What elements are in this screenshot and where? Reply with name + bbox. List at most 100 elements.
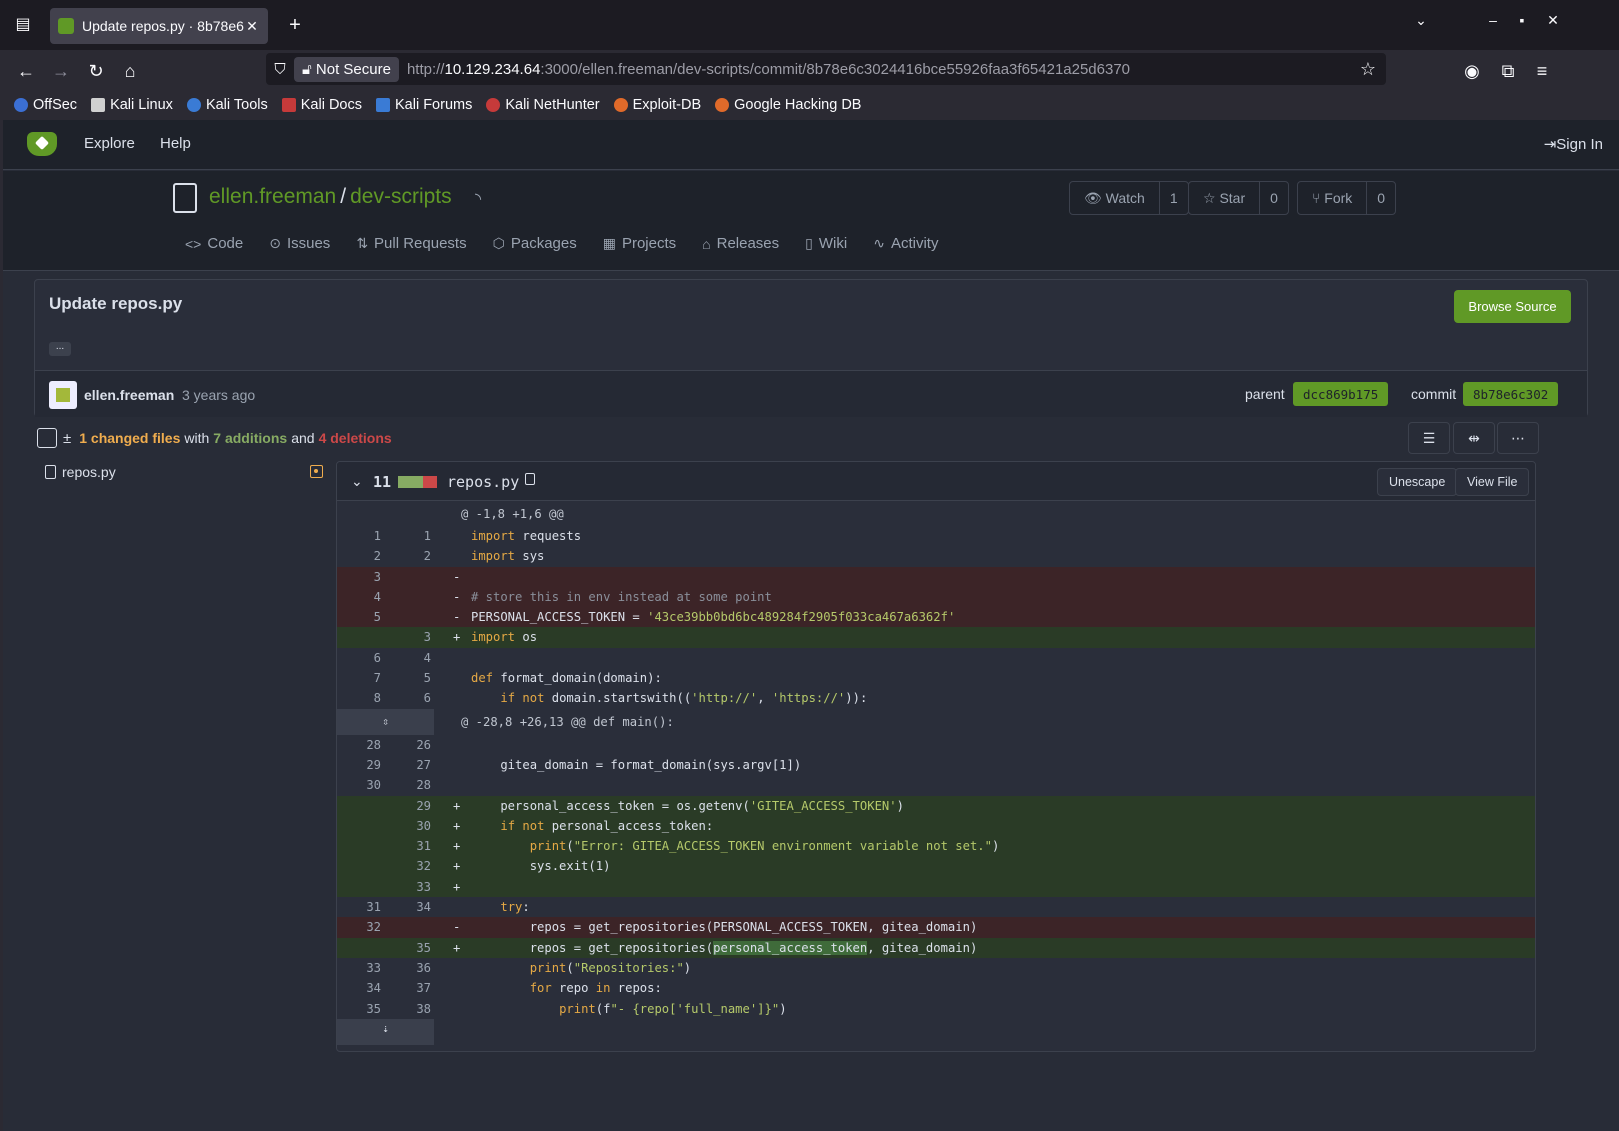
old-line-number[interactable]: 6 [337, 648, 381, 668]
tab-wiki[interactable]: ▯ Wiki [805, 235, 847, 252]
new-line-number[interactable]: 6 [385, 688, 431, 708]
new-line-number[interactable]: 37 [385, 978, 431, 998]
old-line-number[interactable]: 8 [337, 688, 381, 708]
not-secure-badge[interactable]: 🔓︎ Not Secure [294, 56, 399, 82]
old-line-number[interactable]: 29 [337, 755, 381, 775]
star-button[interactable]: ☆ Star 0 [1188, 181, 1289, 215]
tab-overflow-chevron-icon[interactable]: ⌄ [1410, 12, 1432, 29]
tab-issues[interactable]: ⊙ Issues [269, 235, 330, 252]
new-line-number[interactable]: 29 [385, 796, 431, 816]
nav-help[interactable]: Help [160, 135, 191, 152]
new-line-number[interactable]: 5 [385, 668, 431, 688]
tab-close-icon[interactable]: ✕ [244, 18, 260, 35]
bookmark-kali-docs[interactable]: Kali Docs [281, 97, 362, 113]
old-line-number[interactable]: 31 [337, 897, 381, 917]
new-line-number[interactable]: 27 [385, 755, 431, 775]
diff-options-icon[interactable]: ☰ [1408, 422, 1450, 454]
commit-message-toggle[interactable]: ... [49, 342, 71, 356]
new-line-number[interactable]: 31 [385, 836, 431, 856]
new-line-number[interactable]: 1 [385, 526, 431, 546]
bookmark-kali-forums[interactable]: Kali Forums [375, 97, 472, 113]
back-icon[interactable]: ← [12, 57, 40, 85]
bookmark-kali-tools[interactable]: Kali Tools [186, 97, 268, 113]
new-line-number[interactable]: 32 [385, 856, 431, 876]
bookmark-google-hacking-db[interactable]: Google Hacking DB [715, 97, 861, 113]
browse-source-button[interactable]: Browse Source [1454, 290, 1571, 323]
copy-icon[interactable] [525, 473, 535, 485]
bookmark-star-icon[interactable]: ☆ [1360, 59, 1376, 80]
maximize-icon[interactable]: ▪ [1511, 12, 1533, 28]
split-view-icon[interactable]: ⇹ [1453, 422, 1495, 454]
url-text[interactable]: http://10.129.234.64:3000/ellen.freeman/… [407, 61, 1130, 78]
repo-owner-link[interactable]: ellen.freeman [209, 185, 336, 208]
new-line-number[interactable]: 34 [385, 897, 431, 917]
rss-icon[interactable]: ◝ [475, 189, 481, 209]
new-line-number[interactable]: 26 [385, 735, 431, 755]
expand-lines-icon[interactable] [337, 502, 434, 526]
tab-list-icon[interactable]: ▤ [10, 12, 36, 38]
old-line-number[interactable]: 1 [337, 526, 381, 546]
collapse-chevron-icon[interactable]: ⌄ [351, 473, 363, 490]
file-tree-item[interactable]: repos.py [45, 464, 116, 480]
old-line-number[interactable]: 5 [337, 607, 381, 627]
new-line-number[interactable]: 35 [385, 938, 431, 958]
avatar[interactable] [49, 381, 77, 409]
star-count[interactable]: 0 [1260, 182, 1288, 214]
old-line-number[interactable]: 2 [337, 546, 381, 566]
commit-author[interactable]: ellen.freeman [84, 387, 174, 403]
watch-button[interactable]: 👁︎ Watch 1 [1069, 181, 1189, 215]
new-line-number[interactable]: 3 [385, 627, 431, 647]
minimize-icon[interactable]: – [1482, 12, 1504, 28]
tab-activity[interactable]: ∿ Activity [873, 235, 938, 252]
new-line-number[interactable]: 38 [385, 999, 431, 1019]
window-close-icon[interactable]: ✕ [1542, 12, 1564, 29]
url-bar[interactable]: ⛉ 🔓︎ Not Secure http://10.129.234.64:300… [266, 53, 1386, 85]
old-line-number[interactable]: 35 [337, 999, 381, 1019]
old-line-number[interactable]: 33 [337, 958, 381, 978]
bookmark-offsec[interactable]: OffSec [14, 97, 77, 113]
menu-icon[interactable]: ≡ [1528, 57, 1556, 85]
old-line-number[interactable]: 30 [337, 775, 381, 795]
old-line-number[interactable]: 32 [337, 917, 381, 937]
bookmark-kali-linux[interactable]: Kali Linux [91, 97, 173, 113]
new-tab-button[interactable]: + [282, 12, 308, 38]
file-tree-toggle-icon[interactable] [37, 428, 57, 448]
bookmark-exploit-db[interactable]: Exploit-DB [613, 97, 701, 113]
new-line-number[interactable]: 4 [385, 648, 431, 668]
parent-sha[interactable]: dcc869b175 [1293, 382, 1389, 406]
nav-explore[interactable]: Explore [84, 135, 135, 152]
tab-packages[interactable]: ⬡ Packages [493, 235, 577, 252]
bookmark-kali-nethunter[interactable]: Kali NetHunter [486, 97, 600, 113]
old-line-number[interactable]: 28 [337, 735, 381, 755]
more-options-icon[interactable]: ⋯ [1497, 422, 1539, 454]
expand-down-icon[interactable]: ⇣ [337, 1018, 434, 1045]
fork-count[interactable]: 0 [1367, 182, 1395, 214]
tab-projects[interactable]: ▦ Projects [603, 235, 676, 252]
home-icon[interactable]: ⌂ [116, 57, 144, 85]
expand-lines-icon[interactable]: ⇳ [337, 708, 434, 735]
repo-name-link[interactable]: dev-scripts [350, 185, 452, 208]
old-line-number[interactable]: 3 [337, 567, 381, 587]
new-line-number[interactable]: 28 [385, 775, 431, 795]
tab-releases[interactable]: ⌂ Releases [702, 235, 779, 252]
new-line-number[interactable]: 36 [385, 958, 431, 978]
gitea-logo-icon[interactable] [27, 132, 57, 156]
old-line-number[interactable]: 34 [337, 978, 381, 998]
watch-count[interactable]: 1 [1160, 182, 1188, 214]
commit-sha[interactable]: 8b78e6c302 [1463, 382, 1559, 406]
tab-code[interactable]: <> Code [185, 235, 243, 252]
old-line-number[interactable]: 7 [337, 668, 381, 688]
old-line-number[interactable]: 4 [337, 587, 381, 607]
forward-icon[interactable]: → [47, 57, 75, 85]
new-line-number[interactable]: 33 [385, 877, 431, 897]
tab-pull-requests[interactable]: ⇅ Pull Requests [356, 235, 466, 252]
browser-tab[interactable]: Update repos.py · 8b78e6 ✕ [50, 8, 268, 44]
account-icon[interactable]: ◉ [1458, 57, 1486, 85]
extensions-icon[interactable]: ⧉ [1494, 57, 1522, 85]
new-line-number[interactable]: 30 [385, 816, 431, 836]
view-file-button[interactable]: View File [1455, 468, 1530, 496]
fork-button[interactable]: ⑂ Fork 0 [1297, 181, 1397, 215]
changed-files-link[interactable]: 1 changed files [79, 430, 180, 446]
new-line-number[interactable]: 2 [385, 546, 431, 566]
sign-in-link[interactable]: ⇥Sign In [1544, 135, 1603, 153]
